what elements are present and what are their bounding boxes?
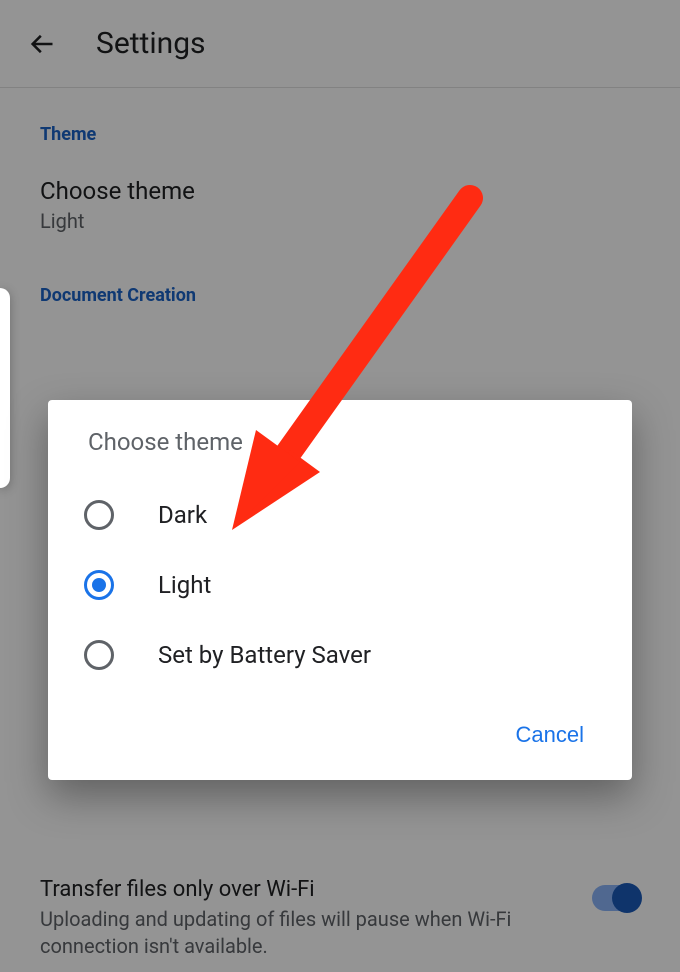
dialog-title: Choose theme <box>48 428 632 480</box>
theme-option-dark[interactable]: Dark <box>48 480 632 550</box>
choose-theme-dialog: Choose theme Dark Light Set by Battery S… <box>48 400 632 780</box>
theme-option-label: Set by Battery Saver <box>158 641 371 669</box>
radio-icon <box>84 640 114 670</box>
theme-option-label: Dark <box>158 501 207 529</box>
dialog-actions: Cancel <box>48 690 632 768</box>
radio-icon <box>84 500 114 530</box>
theme-option-label: Light <box>158 571 211 599</box>
edge-handle[interactable] <box>0 288 10 488</box>
radio-icon <box>84 570 114 600</box>
cancel-button[interactable]: Cancel <box>500 714 600 756</box>
theme-option-battery[interactable]: Set by Battery Saver <box>48 620 632 690</box>
theme-option-light[interactable]: Light <box>48 550 632 620</box>
